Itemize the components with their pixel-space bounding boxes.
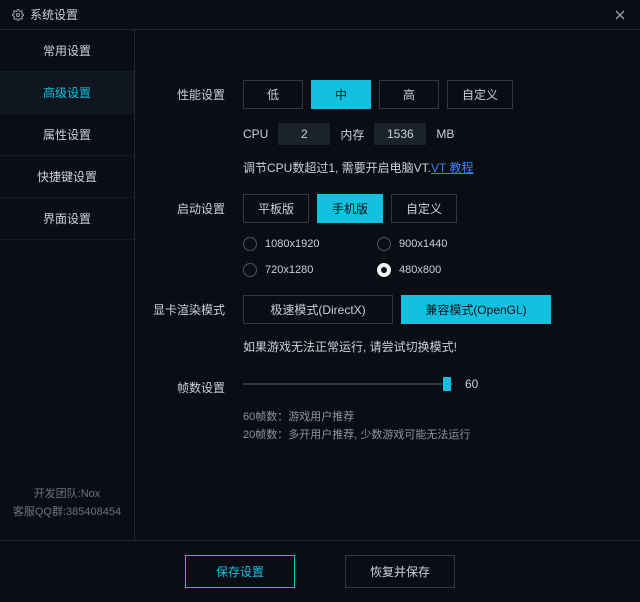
sidebar-item-property[interactable]: 属性设置: [0, 114, 134, 156]
startup-phone-button[interactable]: 手机版: [317, 194, 383, 223]
render-warning: 如果游戏无法正常运行, 请尝试切换模式!: [243, 338, 630, 355]
sidebar-item-advanced[interactable]: 高级设置: [0, 72, 134, 114]
mem-label: 内存: [340, 126, 364, 143]
render-label: 显卡渲染模式: [145, 295, 243, 355]
perf-custom-button[interactable]: 自定义: [447, 80, 513, 109]
content: 性能设置 低 中 高 自定义 CPU 内存 MB 调节CPU数超过1, 需要开启…: [135, 30, 640, 540]
startup-row: 启动设置 平板版 手机版 自定义 1080x1920 900x1440 720x…: [145, 194, 630, 277]
sidebar: 常用设置 高级设置 属性设置 快捷键设置 界面设置 开发团队:Nox 客服QQ群…: [0, 30, 135, 540]
perf-high-button[interactable]: 高: [379, 80, 439, 109]
startup-tablet-button[interactable]: 平板版: [243, 194, 309, 223]
perf-mid-button[interactable]: 中: [311, 80, 371, 109]
performance-row: 性能设置 低 中 高 自定义 CPU 内存 MB 调节CPU数超过1, 需要开启…: [145, 80, 630, 176]
close-icon[interactable]: [612, 7, 628, 23]
render-row: 显卡渲染模式 极速模式(DirectX) 兼容模式(OpenGL) 如果游戏无法…: [145, 295, 630, 355]
fps-row: 帧数设置 60 60帧数：游戏用户推荐 20帧数：多开用户推荐, 少数游戏可能无…: [145, 373, 630, 444]
fps-slider-thumb[interactable]: [443, 377, 451, 391]
fps-note-60: 60帧数：游戏用户推荐: [243, 409, 630, 427]
res-1080x1920-radio[interactable]: 1080x1920: [243, 237, 353, 251]
titlebar: 系统设置: [0, 0, 640, 30]
res-900x1440-radio[interactable]: 900x1440: [377, 237, 487, 251]
startup-custom-button[interactable]: 自定义: [391, 194, 457, 223]
startup-label: 启动设置: [145, 194, 243, 277]
dev-team: 开发团队:Nox: [0, 485, 134, 504]
fps-slider[interactable]: [243, 377, 453, 391]
window-title: 系统设置: [30, 6, 78, 23]
qq-group: 客服QQ群:385408454: [0, 503, 134, 522]
restore-button[interactable]: 恢复并保存: [345, 555, 455, 588]
footer: 保存设置 恢复并保存: [0, 540, 640, 602]
fps-label: 帧数设置: [145, 373, 243, 444]
render-directx-button[interactable]: 极速模式(DirectX): [243, 295, 393, 324]
cpu-input[interactable]: [278, 123, 330, 145]
startup-options: 平板版 手机版 自定义: [243, 194, 630, 223]
gear-icon: [12, 9, 24, 21]
sidebar-footer: 开发团队:Nox 客服QQ群:385408454: [0, 475, 134, 540]
res-480x800-radio[interactable]: 480x800: [377, 263, 487, 277]
perf-low-button[interactable]: 低: [243, 80, 303, 109]
mem-unit: MB: [436, 127, 454, 141]
fps-note-20: 20帧数：多开用户推荐, 少数游戏可能无法运行: [243, 427, 630, 445]
mem-input[interactable]: [374, 123, 426, 145]
render-opengl-button[interactable]: 兼容模式(OpenGL): [401, 295, 551, 324]
res-720x1280-radio[interactable]: 720x1280: [243, 263, 353, 277]
sidebar-item-interface[interactable]: 界面设置: [0, 198, 134, 240]
sidebar-item-shortcut[interactable]: 快捷键设置: [0, 156, 134, 198]
performance-label: 性能设置: [145, 80, 243, 176]
performance-options: 低 中 高 自定义: [243, 80, 630, 109]
cpu-label: CPU: [243, 127, 268, 141]
resolution-options: 1080x1920 900x1440 720x1280 480x800: [243, 237, 630, 277]
sidebar-item-general[interactable]: 常用设置: [0, 30, 134, 72]
vt-tutorial-link[interactable]: VT 教程: [431, 161, 473, 175]
render-options: 极速模式(DirectX) 兼容模式(OpenGL): [243, 295, 630, 324]
fps-value: 60: [465, 377, 478, 391]
save-button[interactable]: 保存设置: [185, 555, 295, 588]
vt-hint: 调节CPU数超过1, 需要开启电脑VT.VT 教程: [243, 159, 630, 176]
